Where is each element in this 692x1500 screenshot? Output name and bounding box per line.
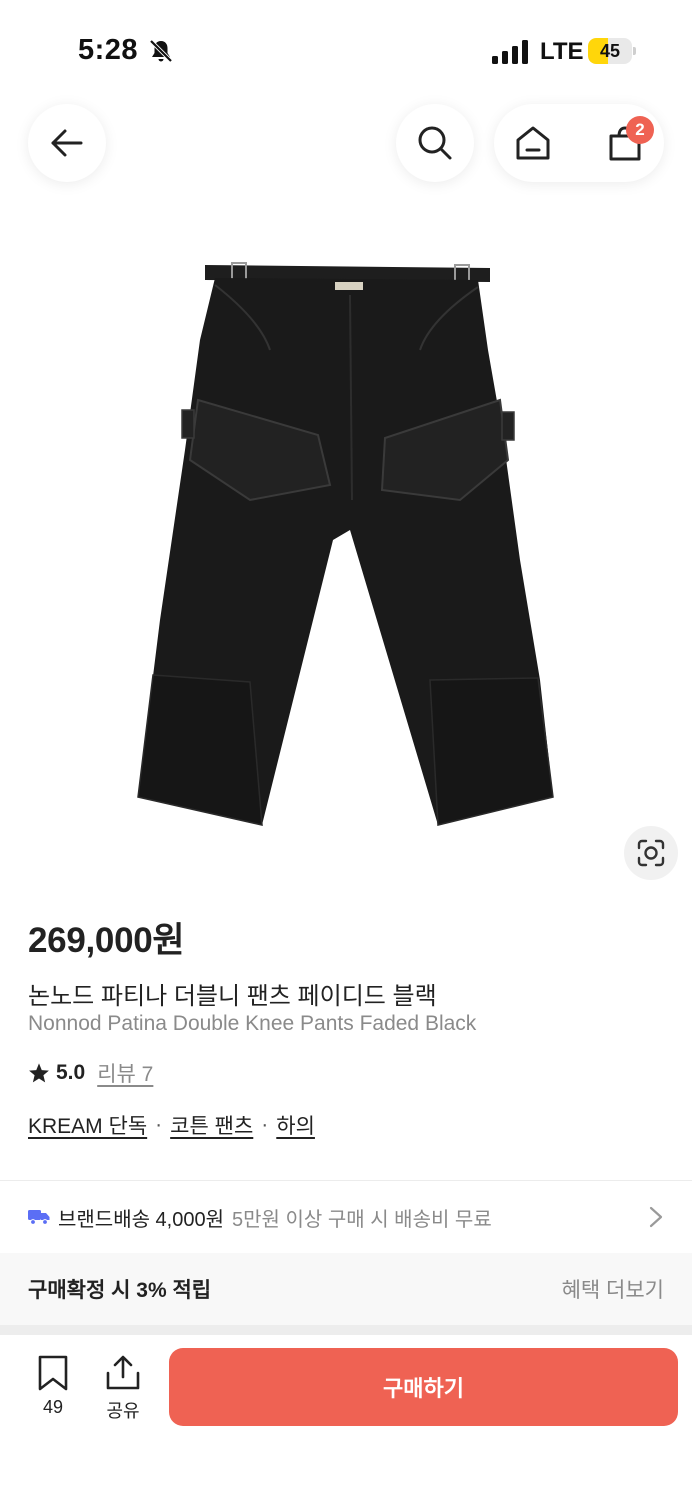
star-icon	[29, 1063, 49, 1083]
rating-row: 5.0 리뷰 7	[28, 1058, 153, 1088]
cart-badge: 2	[626, 116, 654, 144]
tag-cotton-pants[interactable]: 코튼 팬츠	[170, 1110, 253, 1140]
bell-slash-icon	[149, 39, 173, 63]
section-divider	[0, 1325, 692, 1335]
tag-bottoms[interactable]: 하의	[276, 1110, 315, 1140]
product-image[interactable]	[0, 200, 692, 900]
bookmark-icon	[38, 1355, 68, 1391]
category-tags: KREAM 단독 · 코튼 팬츠 · 하의	[28, 1110, 315, 1140]
points-label: 구매확정 시 3% 적립	[28, 1279, 212, 1302]
shipping-label: 브랜드배송 4,000원	[58, 1208, 225, 1231]
rating-value: 5.0	[56, 1061, 86, 1084]
points-row: 구매확정 시 3% 적립 혜택 더보기	[0, 1253, 692, 1325]
review-link[interactable]: 리뷰 7	[97, 1058, 153, 1088]
back-arrow-icon	[51, 129, 83, 157]
tag-separator: ·	[261, 1113, 269, 1136]
truck-icon	[28, 1210, 50, 1225]
battery-icon: 45	[588, 38, 636, 64]
chevron-right-icon	[649, 1206, 663, 1228]
tag-separator: ·	[155, 1113, 163, 1136]
bookmark-count: 49	[42, 1397, 64, 1417]
shipping-row[interactable]: 브랜드배송 4,000원 5만원 이상 구매 시 배송비 무료	[0, 1181, 692, 1253]
status-bar: 5:28 LTE 45	[0, 0, 692, 100]
benefits-more-link[interactable]: 혜택 더보기	[562, 1274, 664, 1304]
battery-level: 45	[599, 41, 621, 61]
share-icon	[106, 1355, 140, 1390]
back-button[interactable]	[28, 104, 106, 182]
share-button[interactable]: 공유	[96, 1355, 150, 1425]
network-label: LTE	[540, 38, 584, 65]
search-button[interactable]	[396, 104, 474, 182]
image-search-button[interactable]	[624, 826, 678, 880]
home-icon[interactable]	[512, 122, 554, 164]
share-label: 공유	[106, 1401, 140, 1421]
product-name-en: Nonnod Patina Double Knee Pants Faded Bl…	[28, 1012, 477, 1035]
search-icon	[418, 126, 452, 160]
shipping-note: 5만원 이상 구매 시 배송비 무료	[232, 1208, 492, 1231]
buy-button[interactable]: 구매하기	[169, 1348, 678, 1426]
product-name-ko: 논노드 파티나 더블니 팬츠 페이디드 블랙	[28, 983, 437, 1010]
nav-right-group: 2	[494, 104, 664, 182]
bookmark-button[interactable]: 49	[26, 1355, 80, 1425]
lens-icon	[637, 839, 665, 867]
tag-kream-exclusive[interactable]: KREAM 단독	[28, 1110, 147, 1140]
status-time: 5:28	[78, 34, 139, 66]
signal-icon	[492, 40, 528, 64]
bottom-action-bar: 49 공유 구매하기	[0, 1335, 692, 1500]
product-price: 269,000원	[28, 921, 185, 960]
